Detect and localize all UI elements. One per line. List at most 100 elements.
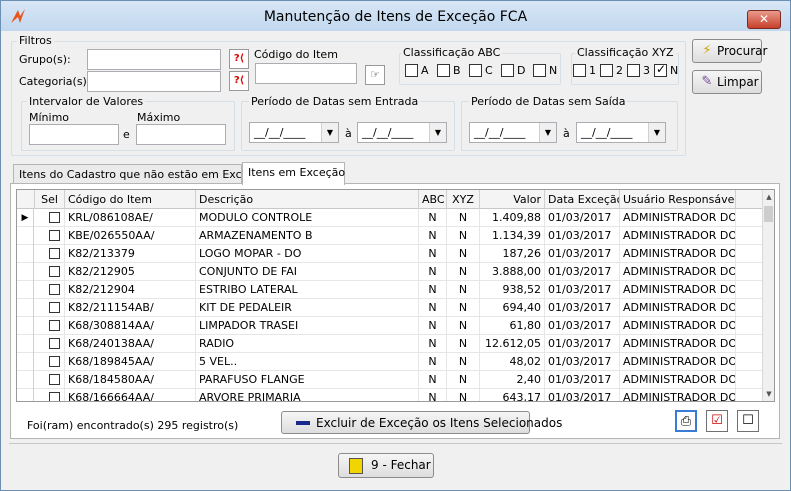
entrada-from-value: __/__/____: [254, 126, 306, 139]
table-row[interactable]: K82/212905 CONJUNTO DE FAI N N 3.888,00 01/03…: [17, 263, 762, 281]
abc-checkbox[interactable]: [437, 64, 450, 77]
maximo-input[interactable]: [136, 124, 226, 145]
column-header-data[interactable]: Data Exceção: [545, 190, 620, 209]
abc-checkbox[interactable]: [533, 64, 546, 77]
minimo-input[interactable]: [29, 124, 119, 145]
limpar-button[interactable]: ✎ Limpar: [692, 70, 762, 94]
table-row[interactable]: K68/184580AA/PARAFUSO FLANGE N N 2,40 01/03/…: [17, 371, 762, 389]
lightning-icon: ⚡: [702, 43, 712, 58]
cell-descricao: LOGO MOPAR - DO: [196, 245, 419, 263]
table-row[interactable]: K82/212904 ESTRIBO LATERAL N N 938,52 01/03/2…: [17, 281, 762, 299]
saida-to-combo[interactable]: __/__/____ ▼: [576, 122, 666, 143]
print-button[interactable]: ⎙: [675, 410, 697, 432]
chevron-down-icon[interactable]: ▼: [648, 123, 665, 142]
row-indicator[interactable]: [17, 317, 34, 335]
deselect-all-button[interactable]: ☐: [737, 410, 759, 432]
cell-valor: 3.888,00: [480, 263, 545, 281]
xyz-checkbox[interactable]: [627, 64, 640, 77]
row-indicator[interactable]: [17, 353, 34, 371]
categoria-lookup-button[interactable]: ?⟨: [229, 71, 249, 91]
procurar-button[interactable]: ⚡ Procurar: [692, 39, 767, 63]
categoria-input[interactable]: [87, 71, 221, 92]
row-select-checkbox[interactable]: [49, 248, 60, 259]
row-indicator[interactable]: [17, 227, 34, 245]
grupo-lookup-button[interactable]: ?⟨: [229, 49, 249, 69]
table-row[interactable]: ▶ KRL/086108AE/MODULO CONTROLE N N 1.409,88 0…: [17, 209, 762, 227]
abc-checkbox[interactable]: [405, 64, 418, 77]
column-header-abc[interactable]: ABC: [419, 190, 447, 209]
cell-xyz: N: [447, 371, 480, 389]
cell-xyz: N: [447, 281, 480, 299]
row-indicator[interactable]: ▶: [17, 209, 34, 227]
abc-checkbox[interactable]: [501, 64, 514, 77]
table-row[interactable]: K68/189845AA/5 VEL.. N N 48,02 01/03/2017 ADM…: [17, 353, 762, 371]
row-select-checkbox[interactable]: [49, 266, 60, 277]
row-select-checkbox[interactable]: [49, 374, 60, 385]
cell-valor: 187,26: [480, 245, 545, 263]
abc-checkbox-label: C: [485, 64, 493, 77]
row-indicator[interactable]: [17, 389, 34, 401]
row-select-checkbox[interactable]: [49, 302, 60, 313]
row-select-checkbox[interactable]: [49, 338, 60, 349]
column-header-xyz[interactable]: XYZ: [447, 190, 480, 209]
xyz-checkbox[interactable]: [600, 64, 613, 77]
chevron-down-icon[interactable]: ▼: [429, 123, 446, 142]
minimo-label: Mínimo: [29, 111, 70, 124]
chevron-down-icon[interactable]: ▼: [321, 123, 338, 142]
xyz-checkbox[interactable]: [573, 64, 586, 77]
entrada-from-combo[interactable]: __/__/____ ▼: [249, 122, 339, 143]
cell-descricao: ARVORE PRIMARIA: [196, 389, 419, 401]
row-select-checkbox[interactable]: [49, 392, 60, 401]
cell-usuario: ADMINISTRADOR DO S: [620, 353, 736, 371]
entrada-a-label: à: [345, 127, 352, 140]
column-header-codigo[interactable]: Código do Item: [65, 190, 196, 209]
codigo-item-search-button[interactable]: ☞: [365, 65, 385, 85]
close-button[interactable]: ✕: [747, 10, 781, 29]
column-header-valor[interactable]: Valor: [480, 190, 545, 209]
items-grid[interactable]: Sel Código do Item Descrição ABC XYZ Val…: [16, 189, 775, 402]
row-select-checkbox[interactable]: [49, 212, 60, 223]
scroll-thumb[interactable]: [764, 206, 773, 222]
grupo-input[interactable]: [87, 49, 221, 70]
cell-valor: 1.409,88: [480, 209, 545, 227]
scroll-up-icon[interactable]: ▲: [763, 190, 774, 204]
row-select-checkbox[interactable]: [49, 356, 60, 367]
cell-xyz: N: [447, 227, 480, 245]
row-indicator[interactable]: [17, 335, 34, 353]
table-row[interactable]: K82/211154AB/KIT DE PEDALEIR N N 694,40 01/0…: [17, 299, 762, 317]
row-indicator[interactable]: [17, 263, 34, 281]
row-select-checkbox[interactable]: [49, 320, 60, 331]
codigo-item-input[interactable]: [255, 63, 357, 84]
column-header-descricao[interactable]: Descrição: [196, 190, 419, 209]
row-indicator[interactable]: [17, 245, 34, 263]
column-header-sel[interactable]: Sel: [35, 190, 65, 209]
abc-checkbox[interactable]: [469, 64, 482, 77]
row-indicator[interactable]: [17, 299, 34, 317]
row-indicator[interactable]: [17, 281, 34, 299]
entrada-to-combo[interactable]: __/__/____ ▼: [357, 122, 447, 143]
row-select-checkbox[interactable]: [49, 230, 60, 241]
tab-itens-cadastro[interactable]: Itens do Cadastro que não estão em Exceç…: [13, 164, 268, 184]
table-row[interactable]: K68/240138AA/RADIO N N 12.612,05 01/03/2017 A…: [17, 335, 762, 353]
xyz-checkbox[interactable]: [654, 62, 667, 77]
saida-from-combo[interactable]: __/__/____ ▼: [469, 122, 557, 143]
select-all-button[interactable]: ☑: [706, 410, 728, 432]
grid-scrollbar[interactable]: ▲ ▼: [762, 190, 774, 401]
table-row[interactable]: K82/213379 LOGO MOPAR - DO N N 187,26 01/03/2…: [17, 245, 762, 263]
excluir-button[interactable]: Excluir de Exceção os Itens Selecionados: [281, 411, 562, 434]
cell-usuario: ADMINISTRADOR DO S: [620, 227, 736, 245]
table-row[interactable]: K68/166664AA/ARVORE PRIMARIA N N 643,17 01/0…: [17, 389, 762, 401]
scroll-down-icon[interactable]: ▼: [763, 387, 774, 401]
cell-xyz: N: [447, 245, 480, 263]
row-indicator[interactable]: [17, 371, 34, 389]
chevron-down-icon[interactable]: ▼: [539, 123, 556, 142]
table-row[interactable]: KBE/026550AA/ARMAZENAMENTO B N N 1.134,39 01…: [17, 227, 762, 245]
table-row[interactable]: K68/308814AA/LIMPADOR TRASEI N N 61,80 01/03…: [17, 317, 762, 335]
fechar-label: 9 - Fechar: [371, 458, 431, 472]
row-select-checkbox[interactable]: [49, 284, 60, 295]
column-header-usuario[interactable]: Usuário Responsável: [620, 190, 736, 209]
fechar-button[interactable]: 9 - Fechar: [338, 453, 434, 478]
title-bar[interactable]: Manutenção de Itens de Exceção FCA ✕: [1, 1, 790, 31]
tab-itens-excecao[interactable]: Itens em Exceção: [242, 162, 345, 185]
cell-codigo: K82/213379: [65, 245, 196, 263]
